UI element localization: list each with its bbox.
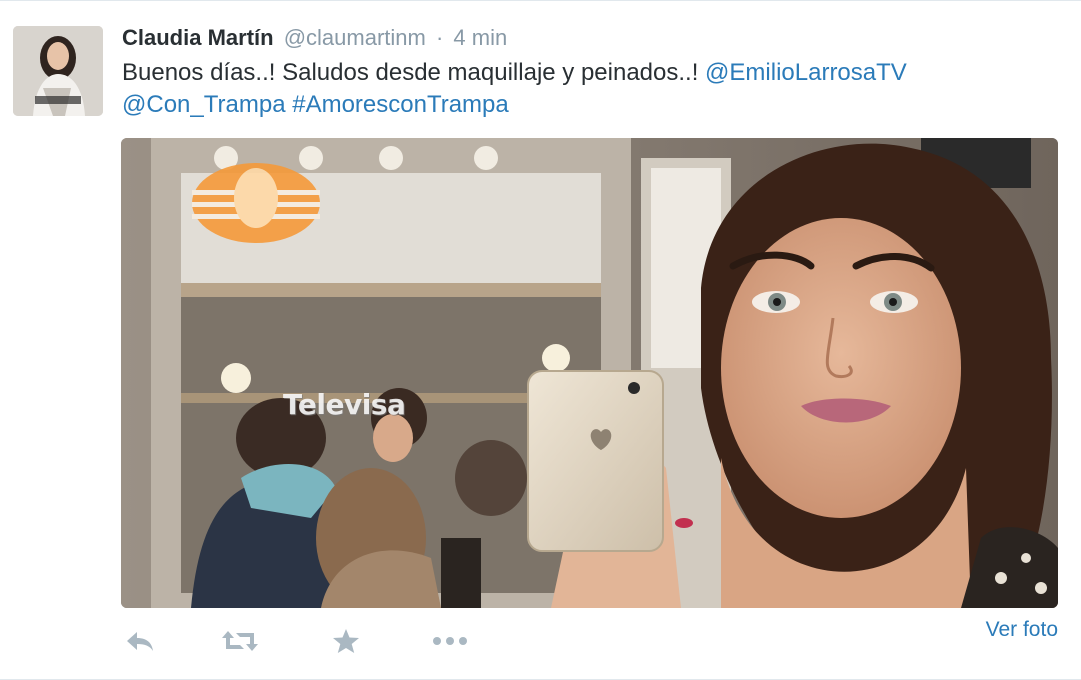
more-icon <box>433 637 467 645</box>
mention-link[interactable]: @EmilioLarrosaTV <box>705 59 907 86</box>
tweet-actions <box>122 623 468 659</box>
retweet-button[interactable] <box>222 623 258 659</box>
tweet-text: Buenos días..! Saludos desde maquillaje … <box>122 57 1022 121</box>
username[interactable]: @claumartinm <box>284 25 426 50</box>
televisa-logo <box>192 163 320 243</box>
hashtag-link[interactable]: #AmoresconTrampa <box>292 91 509 118</box>
separator: · <box>435 25 444 50</box>
tweet-photo[interactable]: Televisa <box>121 138 1058 608</box>
tweet-text-plain: Buenos días..! Saludos desde maquillaje … <box>122 59 706 86</box>
retweet-icon <box>222 631 258 651</box>
fullname[interactable]: Claudia Martín <box>122 25 274 50</box>
favorite-icon <box>333 629 359 653</box>
tweet: Claudia Martín @claumartinm · 4 min Buen… <box>0 0 1081 680</box>
reply-button[interactable] <box>122 623 158 659</box>
favorite-button[interactable] <box>328 623 364 659</box>
mention-link[interactable]: @Con_Trampa <box>122 91 286 118</box>
tweet-header: Claudia Martín @claumartinm · 4 min <box>122 23 507 53</box>
view-photo-link[interactable]: Ver foto <box>986 618 1058 642</box>
watermark-text: Televisa <box>283 388 406 421</box>
timestamp[interactable]: 4 min <box>453 25 507 50</box>
avatar[interactable] <box>13 26 103 116</box>
reply-icon <box>127 632 153 651</box>
more-button[interactable] <box>432 623 468 659</box>
